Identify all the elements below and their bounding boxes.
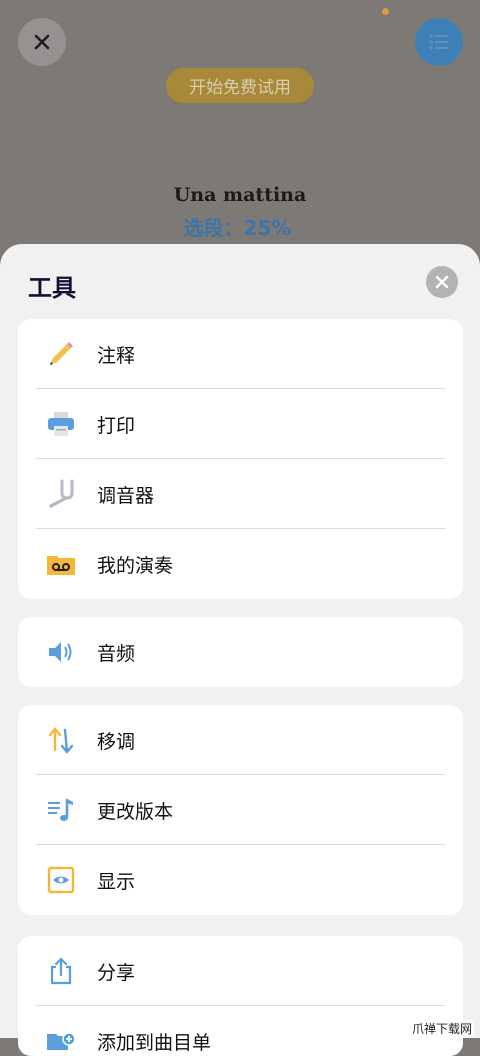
menu-item-annotate[interactable]: 注释 bbox=[18, 319, 463, 389]
tools-sheet: 工具 注释 打印 调音器 我的演奏 音频 移调 更改版本 显示 分享 添加到曲目… bbox=[0, 244, 480, 1056]
menu-item-add-to-setlist[interactable]: 添加到曲目单 bbox=[18, 1006, 463, 1056]
score-list-button[interactable] bbox=[415, 18, 463, 66]
menu-item-tuner[interactable]: 调音器 bbox=[18, 459, 463, 529]
menu-item-share[interactable]: 分享 bbox=[18, 936, 463, 1006]
sheet-title: 工具 bbox=[28, 274, 76, 302]
notification-dot bbox=[382, 8, 389, 15]
menu-item-label: 注释 bbox=[97, 344, 136, 367]
share-icon bbox=[45, 955, 77, 987]
music-list-icon bbox=[45, 794, 77, 826]
add-folder-icon bbox=[45, 1025, 77, 1056]
tools-group-4: 分享 添加到曲目单 bbox=[18, 936, 463, 1056]
menu-item-label: 更改版本 bbox=[97, 800, 174, 823]
menu-item-label: 添加到曲目单 bbox=[97, 1031, 212, 1054]
tools-group-1: 注释 打印 调音器 我的演奏 bbox=[18, 319, 463, 599]
watermark: 爪禅下载网 bbox=[410, 1020, 475, 1037]
menu-item-label: 分享 bbox=[97, 961, 136, 984]
menu-item-label: 音频 bbox=[97, 642, 136, 665]
menu-item-transpose[interactable]: 移调 bbox=[18, 705, 463, 775]
free-trial-button[interactable]: 开始免费试用 bbox=[166, 68, 314, 103]
close-icon bbox=[435, 275, 449, 289]
menu-item-label: 调音器 bbox=[97, 484, 155, 507]
list-icon bbox=[429, 34, 448, 50]
menu-item-label: 移调 bbox=[97, 730, 136, 753]
close-icon bbox=[34, 34, 50, 50]
tuning-fork-icon bbox=[45, 478, 77, 510]
printer-icon bbox=[45, 408, 77, 440]
menu-item-print[interactable]: 打印 bbox=[18, 389, 463, 459]
sheet-close-button[interactable] bbox=[426, 266, 458, 298]
tools-group-3: 移调 更改版本 显示 bbox=[18, 705, 463, 915]
menu-item-label: 我的演奏 bbox=[97, 554, 174, 577]
tools-group-2: 音频 bbox=[18, 617, 463, 687]
pencil-icon bbox=[45, 338, 77, 370]
eye-icon bbox=[45, 864, 77, 896]
menu-item-label: 打印 bbox=[97, 414, 136, 437]
transpose-arrows-icon bbox=[45, 724, 77, 756]
close-button[interactable] bbox=[18, 18, 66, 66]
menu-item-display[interactable]: 显示 bbox=[18, 845, 463, 915]
menu-item-audio[interactable]: 音频 bbox=[18, 617, 463, 687]
recording-folder-icon bbox=[45, 548, 77, 580]
menu-item-change-version[interactable]: 更改版本 bbox=[18, 775, 463, 845]
section-progress: 选段：25% bbox=[183, 216, 292, 240]
song-title: Una mattina bbox=[173, 184, 307, 206]
menu-item-label: 显示 bbox=[97, 870, 136, 893]
speaker-icon bbox=[45, 636, 77, 668]
menu-item-my-performances[interactable]: 我的演奏 bbox=[18, 529, 463, 599]
